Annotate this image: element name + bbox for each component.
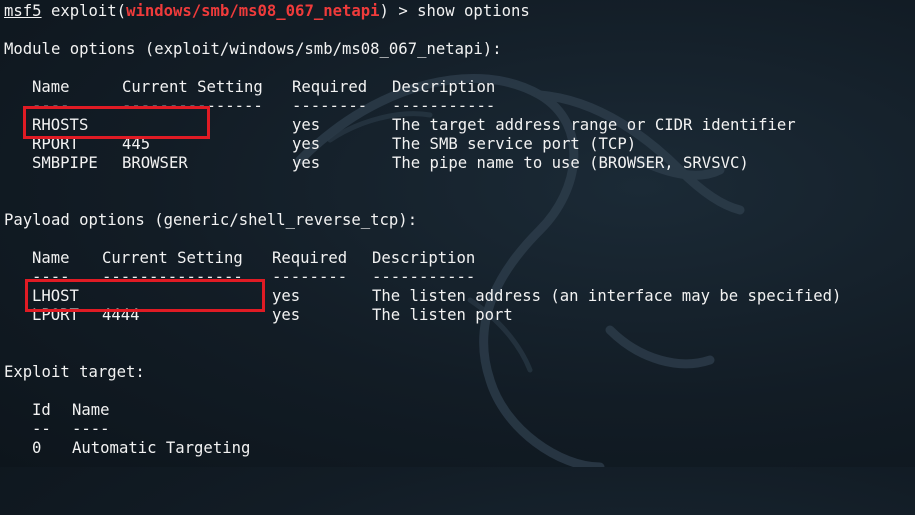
option-description: The SMB service port (TCP) xyxy=(392,135,637,153)
header-description: Description xyxy=(372,249,476,267)
module-options-title: Module options (exploit/windows/smb/ms08… xyxy=(4,40,502,58)
underline-required: -------- xyxy=(292,97,368,115)
option-row-rhosts: RHOSTS yes The target address range or C… xyxy=(4,116,914,135)
option-setting: 4444 xyxy=(102,306,140,324)
underline-name: ---- xyxy=(72,420,110,438)
underline-description: ----------- xyxy=(372,268,476,286)
target-row: 0 Automatic Targeting xyxy=(4,439,914,458)
option-description: The pipe name to use (BROWSER, SRVSVC) xyxy=(392,154,749,172)
underline-current-setting: --------------- xyxy=(102,268,243,286)
option-name: LHOST xyxy=(32,287,79,305)
command-prompt-line: msf5 exploit(windows/smb/ms08_067_netapi… xyxy=(4,2,914,21)
command-open: exploit( xyxy=(41,2,127,20)
exploit-target-underline: -- ---- xyxy=(4,420,914,439)
option-description: The target address range or CIDR identif… xyxy=(392,116,796,134)
underline-required: -------- xyxy=(272,268,348,286)
payload-options-underline: ---- --------------- -------- ----------… xyxy=(4,268,914,287)
option-name: SMBPIPE xyxy=(32,154,98,172)
option-required: yes xyxy=(272,287,301,305)
option-row-rport: RPORT 445 yes The SMB service port (TCP) xyxy=(4,135,914,154)
option-name: RPORT xyxy=(32,135,79,153)
header-name: Name xyxy=(32,249,70,267)
option-required: yes xyxy=(292,154,321,172)
header-description: Description xyxy=(392,78,496,96)
terminal-output: msf5 exploit(windows/smb/ms08_067_netapi… xyxy=(4,2,914,458)
underline-description: ----------- xyxy=(392,97,496,115)
exploit-target-header: Id Name xyxy=(4,401,914,420)
option-required: yes xyxy=(292,135,321,153)
prompt-prefix: msf5 xyxy=(4,2,42,20)
option-description: The listen address (an interface may be … xyxy=(372,287,842,305)
payload-row-lport: LPORT 4444 yes The listen port xyxy=(4,306,914,325)
underline-name: ---- xyxy=(32,268,70,286)
header-current-setting: Current Setting xyxy=(102,249,243,267)
payload-options-header: Name Current Setting Required Descriptio… xyxy=(4,249,914,268)
payload-options-title: Payload options (generic/shell_reverse_t… xyxy=(4,211,418,229)
option-name: LPORT xyxy=(32,306,79,324)
option-name: RHOSTS xyxy=(32,116,89,134)
header-name: Name xyxy=(32,78,70,96)
target-id: 0 xyxy=(32,439,42,457)
module-options-underline: ---- --------------- -------- ----------… xyxy=(4,97,914,116)
option-required: yes xyxy=(272,306,301,324)
module-options-header: Name Current Setting Required Descriptio… xyxy=(4,78,914,97)
option-setting: 445 xyxy=(122,135,151,153)
underline-id: -- xyxy=(32,420,51,438)
option-description: The listen port xyxy=(372,306,513,324)
header-current-setting: Current Setting xyxy=(122,78,263,96)
header-id: Id xyxy=(32,401,51,419)
module-name: windows/smb/ms08_067_netapi xyxy=(126,2,380,20)
option-setting: BROWSER xyxy=(122,154,188,172)
target-name: Automatic Targeting xyxy=(72,439,251,457)
header-name: Name xyxy=(72,401,110,419)
underline-current-setting: --------------- xyxy=(122,97,263,115)
command-close: ) > show options xyxy=(379,2,530,20)
underline-name: ---- xyxy=(32,97,70,115)
option-row-smbpipe: SMBPIPE BROWSER yes The pipe name to use… xyxy=(4,154,914,173)
exploit-target-title: Exploit target: xyxy=(4,363,145,381)
header-required: Required xyxy=(292,78,368,96)
option-required: yes xyxy=(292,116,321,134)
payload-row-lhost: LHOST yes The listen address (an interfa… xyxy=(4,287,914,306)
header-required: Required xyxy=(272,249,348,267)
